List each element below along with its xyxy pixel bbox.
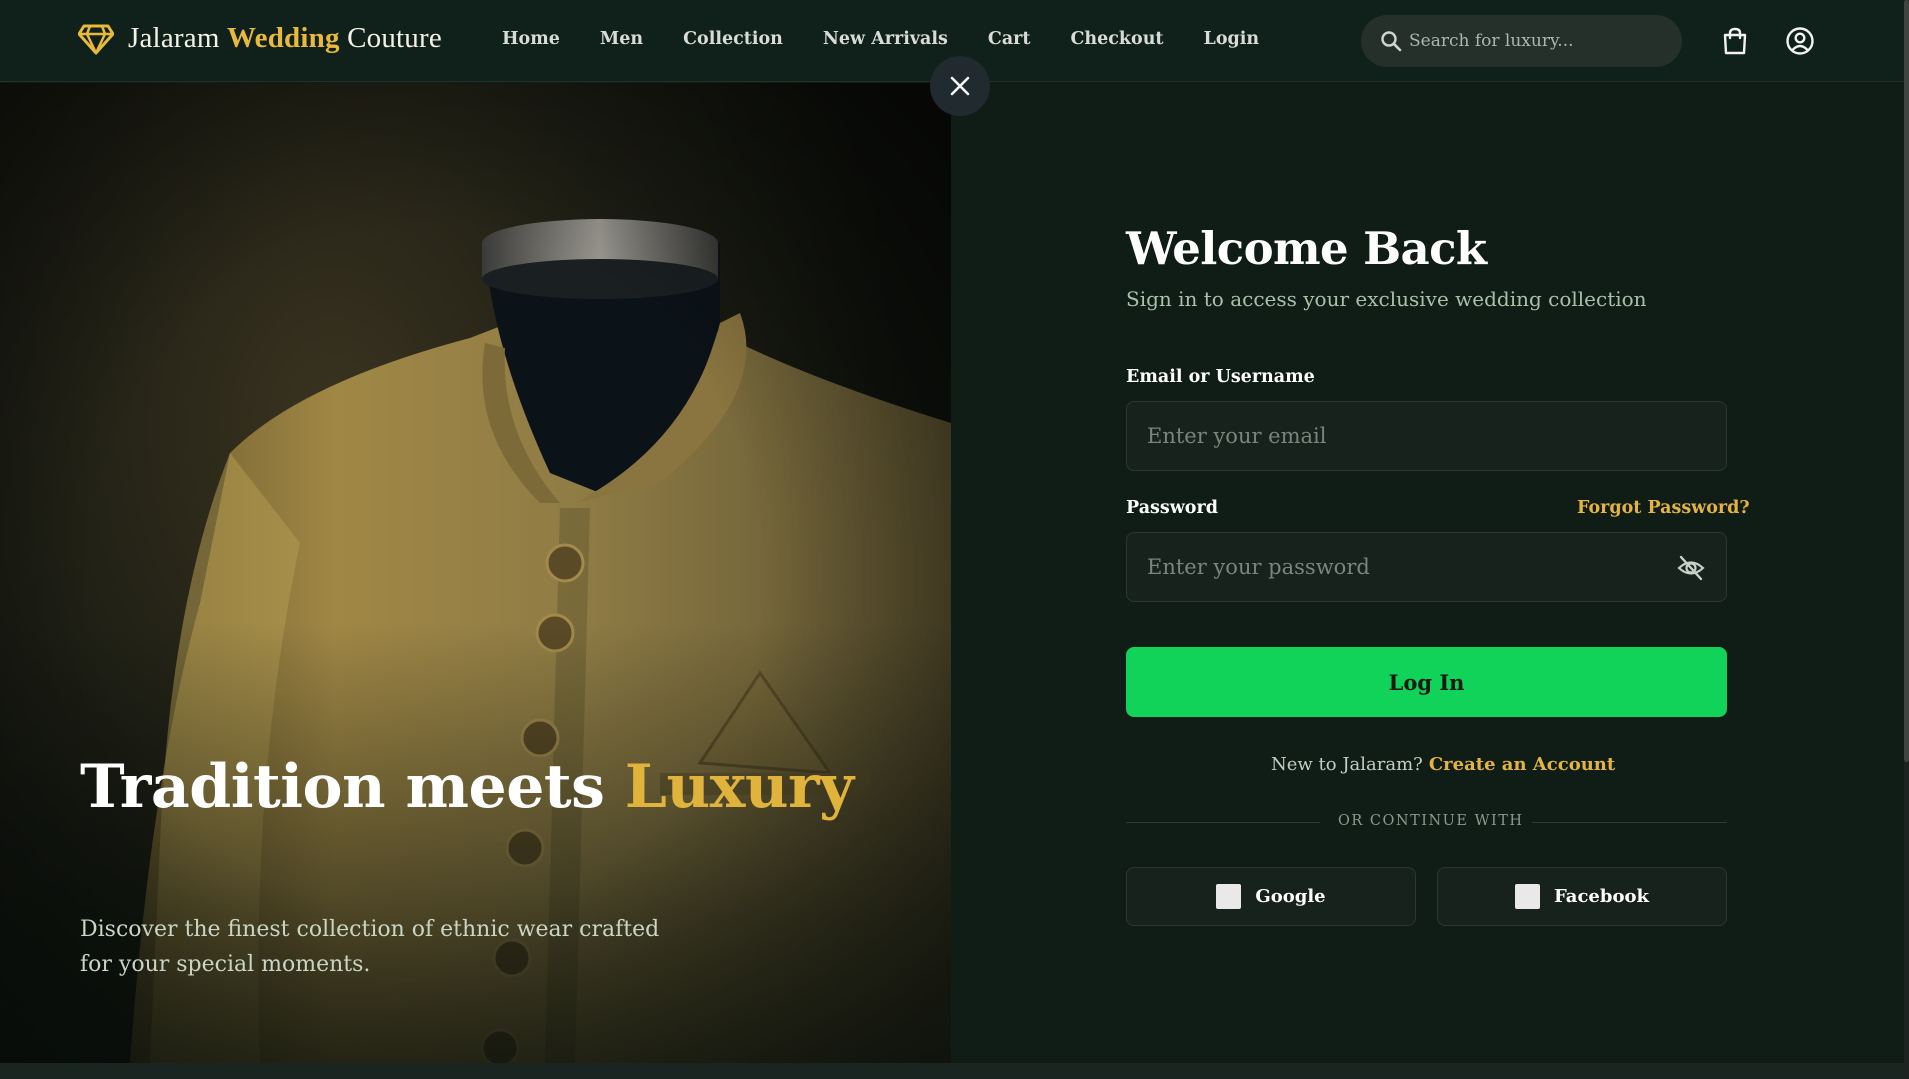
brand-logo[interactable]: Jalaram Wedding Couture: [78, 22, 442, 55]
scrollbar-thumb[interactable]: [1904, 0, 1909, 762]
password-label: Password: [1126, 498, 1218, 518]
signup-prompt-text: New to Jalaram?: [1271, 754, 1423, 775]
diamond-icon: [78, 24, 114, 54]
google-login-button[interactable]: Google: [1126, 867, 1416, 926]
or-continue-label: OR CONTINUE WITH: [1338, 813, 1524, 829]
forgot-password-link[interactable]: Forgot Password?: [1577, 498, 1750, 518]
nav-cart[interactable]: Cart: [988, 29, 1031, 49]
nav-new-arrivals[interactable]: New Arrivals: [823, 29, 948, 49]
email-input[interactable]: [1147, 424, 1647, 448]
eye-slash-icon[interactable]: [1676, 553, 1706, 583]
divider-right: [1532, 822, 1727, 823]
nav-home[interactable]: Home: [502, 29, 560, 49]
create-account-link[interactable]: Create an Account: [1429, 754, 1615, 775]
google-label: Google: [1255, 886, 1326, 907]
bottom-bar: [0, 1063, 1904, 1079]
signup-prompt: New to Jalaram? Create an Account: [1271, 754, 1615, 775]
hero-title: Tradition meets Luxury: [80, 752, 854, 822]
close-icon: [950, 76, 970, 96]
facebook-icon: [1515, 884, 1541, 909]
password-input[interactable]: [1147, 555, 1647, 579]
login-button[interactable]: Log In: [1126, 647, 1727, 717]
divider-left: [1126, 822, 1320, 823]
main-nav: Home Men Collection New Arrivals Cart Ch…: [502, 29, 1259, 49]
nav-collection[interactable]: Collection: [683, 29, 783, 49]
close-button[interactable]: [930, 56, 990, 116]
google-icon: [1216, 884, 1242, 909]
search-bar: [1361, 15, 1682, 67]
facebook-label: Facebook: [1554, 886, 1649, 907]
search-input[interactable]: [1409, 31, 1669, 51]
brand-name: Jalaram Wedding Couture: [128, 22, 442, 54]
search-icon: [1381, 31, 1402, 52]
hero-subtitle: Discover the finest collection of ethnic…: [80, 917, 660, 977]
password-field[interactable]: [1126, 532, 1727, 602]
facebook-login-button[interactable]: Facebook: [1437, 867, 1727, 926]
page-title: Welcome Back: [1126, 222, 1487, 275]
nav-login[interactable]: Login: [1204, 29, 1260, 49]
page-subtitle: Sign in to access your exclusive wedding…: [1126, 287, 1647, 311]
nav-checkout[interactable]: Checkout: [1070, 29, 1163, 49]
email-label: Email or Username: [1126, 367, 1315, 387]
nav-men[interactable]: Men: [600, 29, 643, 49]
shopping-bag-icon[interactable]: [1720, 26, 1750, 56]
user-icon[interactable]: [1785, 26, 1815, 56]
email-field[interactable]: [1126, 401, 1727, 471]
